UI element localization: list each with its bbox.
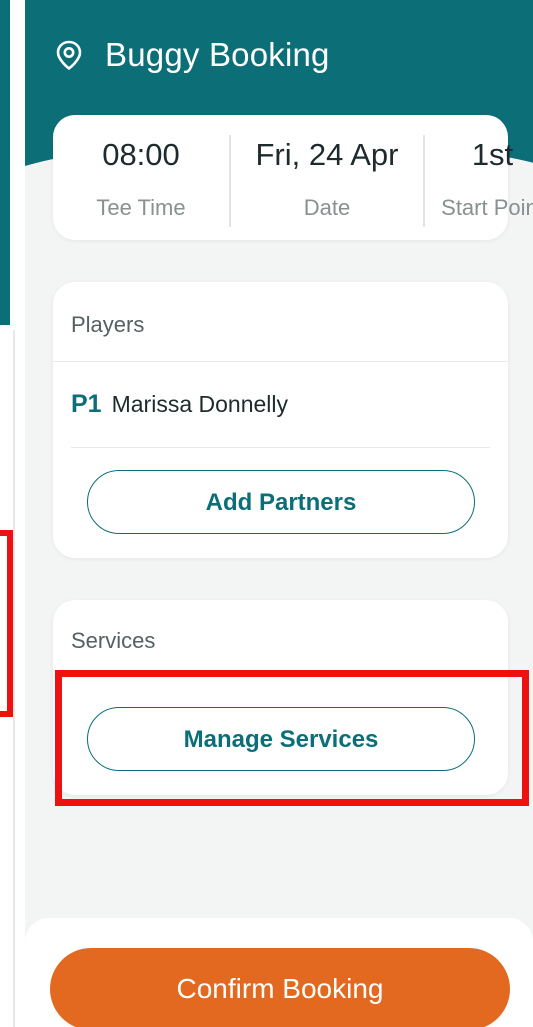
player-row: P1 Marissa Donnelly [71, 390, 288, 419]
add-partners-button[interactable]: Add Partners [87, 470, 475, 534]
stage: Buggy Booking 08:00 Tee Time Fri, 24 Apr… [0, 0, 533, 1027]
booking-info-card: 08:00 Tee Time Fri, 24 Apr Date 1st Star… [53, 115, 533, 240]
highlight-box [55, 670, 529, 806]
tee-time-value: 08:00 [102, 137, 180, 172]
tee-time-column: 08:00 Tee Time [53, 115, 229, 240]
players-card: Players P1 Marissa Donnelly Add Partners [53, 282, 508, 558]
previous-screen-header-edge [0, 0, 10, 325]
date-column: Fri, 24 Apr Date [231, 115, 423, 240]
tee-time-label: Tee Time [96, 195, 186, 220]
location-pin-icon [55, 40, 83, 70]
title-row: Buggy Booking [55, 36, 330, 74]
start-point-value: 1st [471, 137, 514, 172]
start-point-label: Start Point [441, 195, 533, 220]
previous-screen-divider [12, 0, 14, 325]
previous-screen-edge [0, 0, 25, 1027]
previous-highlight-edge [0, 530, 13, 717]
buggy-booking-screen: Buggy Booking 08:00 Tee Time Fri, 24 Apr… [25, 0, 533, 1027]
players-divider [53, 361, 508, 362]
player-row-divider [71, 447, 490, 448]
confirm-booking-button[interactable]: Confirm Booking [50, 948, 510, 1027]
start-point-column: 1st Start Point [425, 115, 533, 240]
player-name: Marissa Donnelly [111, 391, 288, 417]
player-tag: P1 [71, 390, 102, 418]
services-section-title: Services [71, 628, 156, 653]
players-section-title: Players [71, 312, 145, 337]
page-title: Buggy Booking [105, 36, 330, 73]
bottom-bar: Confirm Booking [25, 918, 533, 1027]
previous-screen-divider-lower [13, 330, 15, 1027]
date-value: Fri, 24 Apr [255, 137, 399, 172]
date-label: Date [303, 195, 351, 220]
